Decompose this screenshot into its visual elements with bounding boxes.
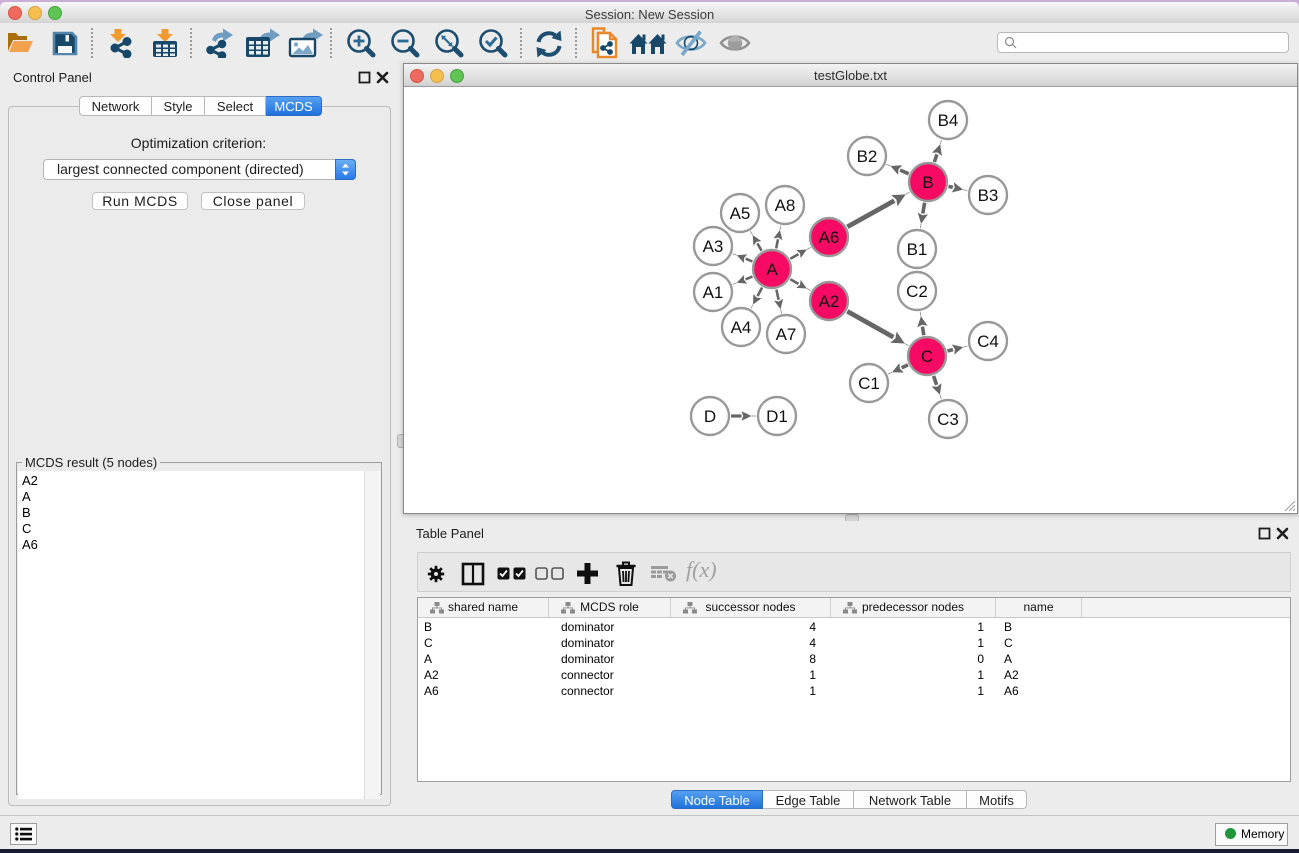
svg-text:B2: B2 <box>857 147 878 166</box>
svg-text:A1: A1 <box>703 283 724 302</box>
svg-text:C1: C1 <box>858 374 880 393</box>
svg-text:C2: C2 <box>906 282 928 301</box>
svg-text:A8: A8 <box>775 196 796 215</box>
svg-text:C3: C3 <box>937 410 959 429</box>
svg-text:A2: A2 <box>819 292 840 311</box>
svg-text:D1: D1 <box>766 407 788 426</box>
svg-text:A: A <box>766 260 778 279</box>
svg-text:A4: A4 <box>731 318 752 337</box>
svg-text:B: B <box>922 173 933 192</box>
svg-text:A3: A3 <box>703 237 724 256</box>
svg-text:A7: A7 <box>776 325 797 344</box>
svg-text:A5: A5 <box>730 204 751 223</box>
svg-text:A6: A6 <box>819 228 840 247</box>
svg-text:C4: C4 <box>977 332 999 351</box>
svg-text:D: D <box>704 407 716 426</box>
svg-text:C: C <box>921 347 933 366</box>
svg-text:B3: B3 <box>978 186 999 205</box>
svg-text:B1: B1 <box>907 240 928 259</box>
svg-text:B4: B4 <box>938 111 959 130</box>
